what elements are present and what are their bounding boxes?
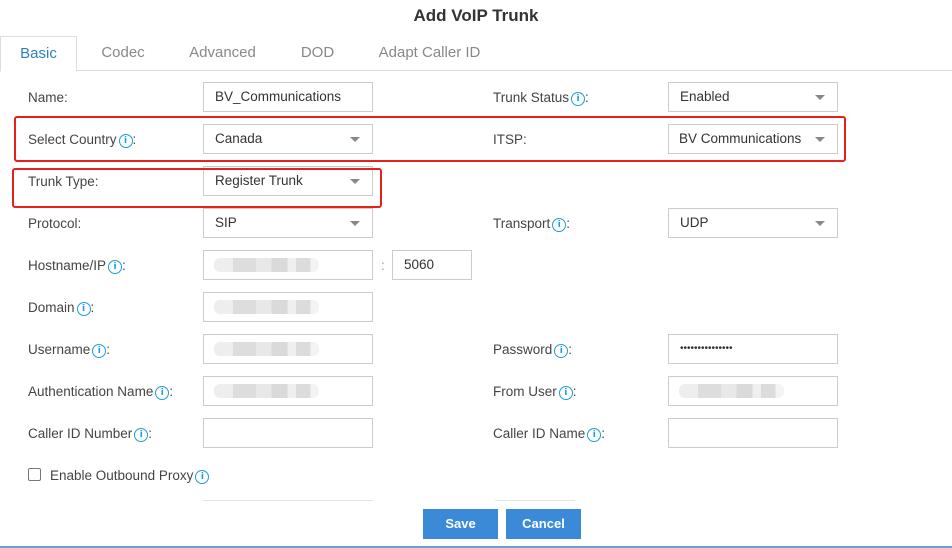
caller-id-name-input[interactable] [668,418,838,448]
label-suffix: : [169,384,174,399]
info-icon[interactable]: i [552,218,567,232]
domain-label: Domain i: [28,300,94,316]
select-country-label: Select Country i: [28,132,136,148]
protocol-label: Protocol: [28,216,82,231]
itsp-value: BV Communications [679,131,802,146]
domain-label-text: Domain [28,300,75,315]
info-icon[interactable]: i [587,428,602,442]
info-icon[interactable]: i [76,302,91,316]
tab-adapt-caller-id[interactable]: Adapt Caller ID [372,36,487,70]
transport-select[interactable]: UDP [668,208,838,238]
caller-id-number-label-text: Caller ID Number [28,426,133,441]
port-separator: : [381,258,385,273]
info-icon[interactable]: i [571,92,586,106]
caller-id-name-label: Caller ID Name i: [493,426,605,442]
itsp-select[interactable]: BV Communications [668,124,838,154]
transport-label: Transport i: [493,216,570,232]
caret-down-icon [350,137,360,142]
caller-id-name-label-text: Caller ID Name [493,426,586,441]
select-country-label-text: Select Country [28,132,117,147]
redacted-value [214,300,319,314]
caret-down-icon [350,221,360,226]
info-icon[interactable]: i [195,470,210,484]
label-suffix: : [572,384,577,399]
info-icon[interactable]: i [134,428,149,442]
cancel-button[interactable]: Cancel [506,509,581,539]
auth-name-label: Authentication Name i: [28,384,173,400]
name-input[interactable]: BV_Communications [203,82,373,112]
password-label: Password i: [493,342,572,358]
domain-input[interactable] [203,292,373,322]
trunk-status-label: Trunk Status i: [493,90,589,106]
hostname-label: Hostname/IP i: [28,258,126,274]
divider [495,500,575,501]
itsp-label: ITSP: [493,132,527,147]
auth-name-input[interactable] [203,376,373,406]
hostname-input[interactable] [203,250,373,280]
info-icon[interactable]: i [155,386,170,400]
trunk-status-label-text: Trunk Status [493,90,570,105]
outbound-proxy-label: Enable Outbound Proxy i [50,468,210,484]
redacted-value [679,384,784,398]
label-suffix: : [106,342,111,357]
username-label-text: Username [28,342,91,357]
password-label-text: Password [493,342,553,357]
tab-codec[interactable]: Codec [88,36,158,70]
transport-value: UDP [680,215,709,230]
username-label: Username i: [28,342,110,358]
protocol-value: SIP [215,215,237,230]
password-input[interactable]: ••••••••••••••• [668,334,838,364]
info-icon[interactable]: i [108,260,123,274]
outbound-proxy-label-text: Enable Outbound Proxy [50,468,194,483]
info-icon[interactable]: i [118,134,133,148]
label-suffix: : [566,216,571,231]
dialog-title: Add VoIP Trunk [413,6,539,25]
label-suffix: : [568,342,573,357]
info-icon[interactable]: i [558,386,573,400]
trunk-status-value: Enabled [680,89,730,104]
label-suffix: : [90,300,95,315]
trunk-type-label: Trunk Type: [28,174,99,189]
label-suffix: : [601,426,606,441]
label-suffix: : [132,132,137,147]
info-icon[interactable]: i [554,344,569,358]
from-user-label: From User i: [493,384,577,400]
save-button[interactable]: Save [423,509,498,539]
label-suffix: : [148,426,153,441]
select-country-value: Canada [215,131,263,146]
trunk-status-select[interactable]: Enabled [668,82,838,112]
name-label: Name: [28,90,68,105]
caret-down-icon [815,95,825,100]
outbound-proxy-checkbox[interactable] [28,468,41,481]
auth-name-label-text: Authentication Name [28,384,154,399]
caret-down-icon [815,137,825,142]
tab-bar: Basic Codec Advanced DOD Adapt Caller ID [0,36,952,72]
from-user-input[interactable] [668,376,838,406]
redacted-value [214,258,319,272]
info-icon[interactable]: i [92,344,107,358]
caller-id-number-input[interactable] [203,418,373,448]
tab-dod[interactable]: DOD [290,36,345,70]
label-suffix: : [122,258,126,273]
divider [203,500,373,501]
from-user-label-text: From User [493,384,557,399]
caller-id-number-label: Caller ID Number i: [28,426,152,442]
caret-down-icon [815,221,825,226]
protocol-select[interactable]: SIP [203,208,373,238]
tab-basic[interactable]: Basic [0,36,77,72]
username-input[interactable] [203,334,373,364]
trunk-type-value: Register Trunk [215,173,303,188]
transport-label-text: Transport [493,216,551,231]
label-suffix: : [585,90,589,105]
tab-advanced[interactable]: Advanced [180,36,265,70]
select-country-select[interactable]: Canada [203,124,373,154]
port-input[interactable]: 5060 [392,250,472,280]
trunk-type-select[interactable]: Register Trunk [203,166,373,196]
caret-down-icon [350,179,360,184]
redacted-value [214,342,319,356]
redacted-value [214,384,319,398]
hostname-label-text: Hostname/IP [28,258,107,273]
